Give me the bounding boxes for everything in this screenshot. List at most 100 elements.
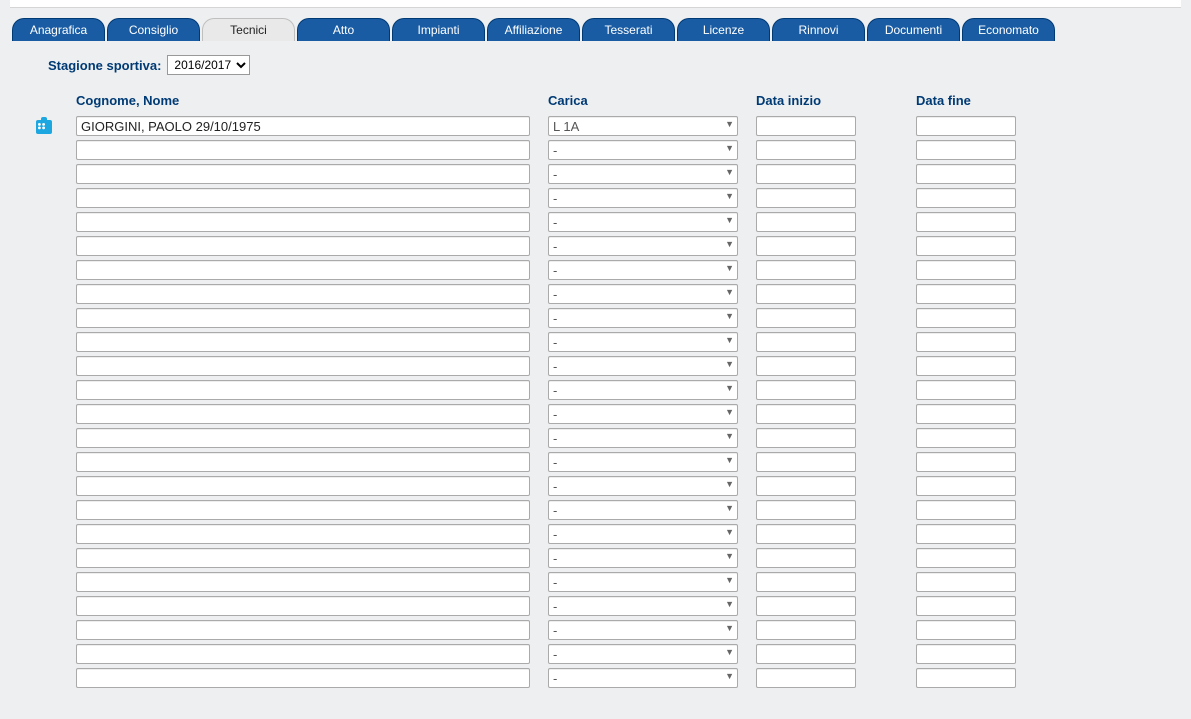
role-select[interactable]: -L 1A [548, 188, 738, 208]
date-end-input[interactable] [916, 500, 1016, 520]
tab-licenze[interactable]: Licenze [677, 18, 770, 41]
role-select[interactable]: -L 1A [548, 284, 738, 304]
tab-tecnici[interactable]: Tecnici [202, 18, 295, 41]
name-input[interactable] [76, 404, 530, 424]
date-start-input[interactable] [756, 500, 856, 520]
date-start-input[interactable] [756, 332, 856, 352]
role-select[interactable]: -L 1A [548, 524, 738, 544]
role-select[interactable]: -L 1A [548, 356, 738, 376]
date-start-input[interactable] [756, 428, 856, 448]
date-end-input[interactable] [916, 428, 1016, 448]
name-input[interactable] [76, 524, 530, 544]
date-end-input[interactable] [916, 596, 1016, 616]
date-start-input[interactable] [756, 548, 856, 568]
role-select[interactable]: -L 1A [548, 140, 738, 160]
date-end-input[interactable] [916, 668, 1016, 688]
date-start-input[interactable] [756, 572, 856, 592]
role-select[interactable]: -L 1A [548, 332, 738, 352]
date-end-input[interactable] [916, 140, 1016, 160]
role-select[interactable]: -L 1A [548, 476, 738, 496]
date-end-input[interactable] [916, 164, 1016, 184]
tab-atto[interactable]: Atto [297, 18, 390, 41]
name-input[interactable] [76, 476, 530, 496]
date-start-input[interactable] [756, 476, 856, 496]
date-start-input[interactable] [756, 164, 856, 184]
name-input[interactable] [76, 164, 530, 184]
date-end-input[interactable] [916, 476, 1016, 496]
date-start-input[interactable] [756, 212, 856, 232]
name-input[interactable] [76, 572, 530, 592]
tab-tesserati[interactable]: Tesserati [582, 18, 675, 41]
date-end-input[interactable] [916, 380, 1016, 400]
name-input[interactable] [76, 428, 530, 448]
name-input[interactable] [76, 212, 530, 232]
role-select[interactable]: -L 1A [548, 644, 738, 664]
id-card-icon[interactable] [36, 120, 52, 134]
name-input[interactable] [76, 116, 530, 136]
tab-impianti[interactable]: Impianti [392, 18, 485, 41]
date-end-input[interactable] [916, 212, 1016, 232]
role-select[interactable]: -L 1A [548, 500, 738, 520]
name-input[interactable] [76, 644, 530, 664]
date-end-input[interactable] [916, 116, 1016, 136]
date-start-input[interactable] [756, 236, 856, 256]
role-select[interactable]: -L 1A [548, 596, 738, 616]
date-start-input[interactable] [756, 308, 856, 328]
date-start-input[interactable] [756, 644, 856, 664]
role-select[interactable]: -L 1A [548, 668, 738, 688]
role-select[interactable]: -L 1A [548, 428, 738, 448]
date-start-input[interactable] [756, 452, 856, 472]
name-input[interactable] [76, 452, 530, 472]
date-end-input[interactable] [916, 572, 1016, 592]
tab-anagrafica[interactable]: Anagrafica [12, 18, 105, 41]
tab-consiglio[interactable]: Consiglio [107, 18, 200, 41]
date-end-input[interactable] [916, 620, 1016, 640]
role-select[interactable]: -L 1A [548, 164, 738, 184]
role-select[interactable]: -L 1A [548, 404, 738, 424]
date-end-input[interactable] [916, 356, 1016, 376]
role-select[interactable]: -L 1A [548, 236, 738, 256]
role-select[interactable]: -L 1A [548, 116, 738, 136]
date-end-input[interactable] [916, 548, 1016, 568]
name-input[interactable] [76, 236, 530, 256]
name-input[interactable] [76, 140, 530, 160]
date-start-input[interactable] [756, 260, 856, 280]
name-input[interactable] [76, 356, 530, 376]
tab-economato[interactable]: Economato [962, 18, 1055, 41]
role-select[interactable]: -L 1A [548, 380, 738, 400]
name-input[interactable] [76, 308, 530, 328]
date-end-input[interactable] [916, 260, 1016, 280]
date-end-input[interactable] [916, 524, 1016, 544]
name-input[interactable] [76, 596, 530, 616]
tab-rinnovi[interactable]: Rinnovi [772, 18, 865, 41]
date-end-input[interactable] [916, 452, 1016, 472]
date-start-input[interactable] [756, 356, 856, 376]
name-input[interactable] [76, 620, 530, 640]
date-end-input[interactable] [916, 332, 1016, 352]
name-input[interactable] [76, 668, 530, 688]
date-start-input[interactable] [756, 404, 856, 424]
role-select[interactable]: -L 1A [548, 212, 738, 232]
role-select[interactable]: -L 1A [548, 620, 738, 640]
name-input[interactable] [76, 260, 530, 280]
name-input[interactable] [76, 284, 530, 304]
role-select[interactable]: -L 1A [548, 452, 738, 472]
tab-documenti[interactable]: Documenti [867, 18, 960, 41]
name-input[interactable] [76, 500, 530, 520]
date-end-input[interactable] [916, 404, 1016, 424]
date-start-input[interactable] [756, 284, 856, 304]
date-end-input[interactable] [916, 236, 1016, 256]
name-input[interactable] [76, 188, 530, 208]
date-end-input[interactable] [916, 308, 1016, 328]
name-input[interactable] [76, 548, 530, 568]
date-start-input[interactable] [756, 188, 856, 208]
date-end-input[interactable] [916, 188, 1016, 208]
role-select[interactable]: -L 1A [548, 572, 738, 592]
season-select[interactable]: 2016/2017 [167, 55, 250, 75]
date-start-input[interactable] [756, 620, 856, 640]
name-input[interactable] [76, 380, 530, 400]
date-end-input[interactable] [916, 284, 1016, 304]
name-input[interactable] [76, 332, 530, 352]
role-select[interactable]: -L 1A [548, 260, 738, 280]
date-start-input[interactable] [756, 668, 856, 688]
